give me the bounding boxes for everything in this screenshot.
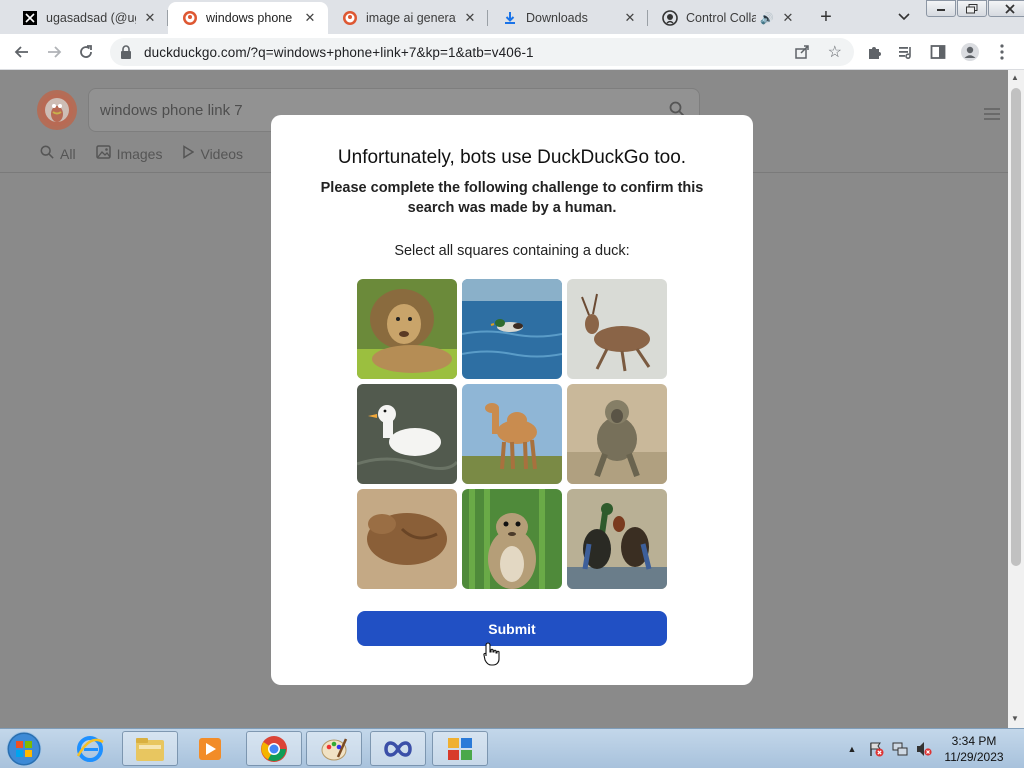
close-icon[interactable]: ✕	[780, 10, 796, 26]
system-clock[interactable]: 3:34 PM 11/29/2023	[936, 733, 1012, 765]
tab-all[interactable]: All	[40, 145, 76, 162]
duckduckgo-icon	[182, 10, 198, 26]
submit-button[interactable]: Submit	[357, 611, 667, 646]
address-bar[interactable]: duckduckgo.com/?q=windows+phone+link+7&k…	[110, 38, 854, 66]
tab-control-colla[interactable]: Control Colla 🔊 ✕	[648, 2, 806, 34]
tab-downloads[interactable]: Downloads ✕	[488, 2, 648, 34]
captcha-tile-baboon[interactable]	[567, 384, 667, 484]
close-icon[interactable]: ✕	[622, 10, 638, 26]
captcha-tile-white-duck[interactable]	[357, 384, 457, 484]
clock-time: 3:34 PM	[951, 734, 997, 748]
download-icon	[502, 10, 518, 26]
extensions-puzzle-icon[interactable]	[863, 41, 885, 63]
tab-strip: ugasadsad (@uga ✕ windows phone li ✕ ima…	[0, 0, 1024, 34]
tab-images[interactable]: Images	[95, 145, 162, 162]
bookmark-star-icon[interactable]: ☆	[828, 42, 842, 62]
tab-twitter[interactable]: ugasadsad (@uga ✕	[8, 2, 168, 34]
captcha-tile-squirrel[interactable]	[462, 489, 562, 589]
show-hidden-icons-icon[interactable]: ▲	[843, 740, 861, 758]
search-icon	[40, 145, 54, 162]
duckduckgo-icon	[342, 10, 358, 26]
image-icon	[95, 145, 111, 162]
close-window-icon[interactable]	[988, 0, 1024, 17]
scrollbar-thumb[interactable]	[1011, 88, 1021, 566]
close-icon[interactable]: ✕	[302, 10, 318, 26]
tab-title: Control Colla	[686, 11, 757, 25]
media-player-icon[interactable]	[182, 731, 238, 766]
tab-title: ugasadsad (@uga	[46, 11, 136, 25]
captcha-tile-duck-swimming[interactable]	[462, 279, 562, 379]
modal-title: Unfortunately, bots use DuckDuckGo too.	[337, 147, 687, 168]
infinity-app-icon[interactable]	[370, 731, 426, 766]
challenge-prompt: Select all squares containing a duck:	[394, 243, 630, 259]
hamburger-menu-icon[interactable]	[984, 104, 1000, 125]
lock-icon	[120, 45, 134, 59]
close-icon[interactable]: ✕	[462, 10, 478, 26]
vertical-scrollbar[interactable]: ▲ ▼	[1008, 70, 1024, 728]
duckduckgo-logo[interactable]	[37, 90, 77, 130]
tab-title: Downloads	[526, 11, 588, 25]
search-query: windows phone link 7	[100, 101, 243, 119]
system-tray: ▲	[843, 729, 939, 768]
profile-avatar-icon[interactable]	[959, 41, 981, 63]
volume-muted-icon[interactable]	[915, 740, 933, 758]
captcha-tile-sleeping-dog[interactable]	[357, 489, 457, 589]
tab-image-ai[interactable]: image ai generato ✕	[328, 2, 488, 34]
clock-date: 11/29/2023	[944, 750, 1004, 764]
action-center-flag-icon[interactable]	[867, 740, 885, 758]
taskbar: ▲ 3:34 PM 11/29/2023	[0, 728, 1024, 768]
chevron-down-icon[interactable]	[894, 7, 914, 27]
tab-title: windows phone li	[206, 11, 296, 25]
captcha-grid	[357, 279, 667, 589]
browser-toolbar: duckduckgo.com/?q=windows+phone+link+7&k…	[0, 34, 1024, 70]
captcha-tile-camel[interactable]	[462, 384, 562, 484]
minimize-icon[interactable]	[926, 0, 956, 17]
new-tab-button[interactable]: +	[814, 5, 838, 29]
kebab-menu-icon[interactable]	[991, 41, 1013, 63]
play-icon	[182, 145, 195, 162]
scroll-down-icon[interactable]: ▼	[1011, 714, 1019, 723]
file-explorer-icon[interactable]	[122, 731, 178, 766]
start-button[interactable]	[2, 730, 46, 768]
restore-icon[interactable]	[957, 0, 987, 17]
internet-explorer-icon[interactable]	[62, 731, 118, 766]
network-icon[interactable]	[891, 740, 909, 758]
share-icon[interactable]	[794, 43, 810, 62]
close-icon[interactable]: ✕	[142, 10, 158, 26]
captcha-tile-deer[interactable]	[567, 279, 667, 379]
github-icon	[662, 10, 678, 26]
reload-icon[interactable]	[75, 41, 97, 63]
captcha-tile-ducks-pair[interactable]	[567, 489, 667, 589]
scroll-up-icon[interactable]: ▲	[1011, 73, 1019, 82]
chrome-icon[interactable]	[246, 731, 302, 766]
url-text: duckduckgo.com/?q=windows+phone+link+7&k…	[144, 44, 534, 60]
media-queue-icon[interactable]	[895, 41, 917, 63]
tab-videos[interactable]: Videos	[182, 145, 243, 162]
tab-title: image ai generato	[366, 11, 456, 25]
side-panel-icon[interactable]	[927, 41, 949, 63]
paint-icon[interactable]	[306, 731, 362, 766]
search-tabs: All Images Videos	[40, 145, 263, 162]
window-controls	[926, 0, 1024, 18]
windows-flag-app-icon[interactable]	[432, 731, 488, 766]
captcha-tile-lion[interactable]	[357, 279, 457, 379]
captcha-modal: Unfortunately, bots use DuckDuckGo too. …	[271, 115, 753, 685]
tab-duckduckgo-active[interactable]: windows phone li ✕	[168, 2, 328, 34]
page-content: windows phone link 7 All Images Videos U…	[0, 70, 1008, 728]
x-logo-icon	[22, 10, 38, 26]
hand-cursor-icon	[483, 642, 500, 666]
forward-arrow-icon[interactable]	[43, 41, 65, 63]
speaker-icon[interactable]: 🔊	[760, 12, 774, 25]
modal-subtitle: Please complete the following challenge …	[320, 180, 704, 216]
back-arrow-icon[interactable]	[11, 41, 33, 63]
